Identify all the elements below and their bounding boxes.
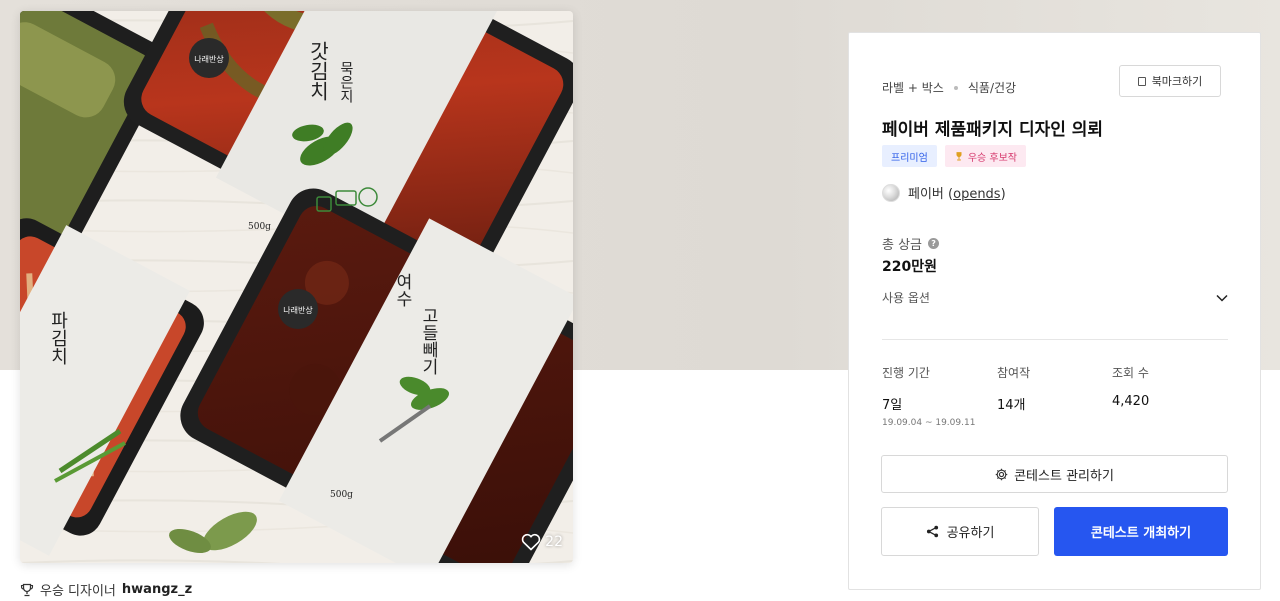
- premium-badge: 프리미엄: [882, 145, 937, 167]
- package-name-bottom-1: 여수: [392, 273, 412, 307]
- help-icon[interactable]: ?: [928, 238, 940, 249]
- host-name: 페이버: [908, 187, 944, 202]
- winner-candidate-badge: 우승 후보작: [944, 145, 1026, 167]
- prize-label-row: 총 상금 ?: [882, 234, 940, 253]
- package-name-top: 갓김치: [306, 41, 330, 101]
- package-sub-top: 묵은지: [338, 61, 354, 103]
- stat-entries: 참여작 14개: [997, 364, 1112, 428]
- package-weight-bottom: 500g: [330, 490, 353, 500]
- like-counter[interactable]: 22: [521, 533, 563, 551]
- share-icon: [926, 525, 938, 538]
- bookmark-button[interactable]: 북마크하기: [1119, 65, 1221, 97]
- stat-views: 조회 수 4,420: [1112, 364, 1227, 428]
- trophy-icon: [956, 152, 962, 161]
- usage-options-toggle[interactable]: 사용 옵션: [882, 289, 1228, 306]
- trophy-icon: [20, 583, 34, 596]
- manage-contest-button[interactable]: 콘테스트 관리하기: [881, 455, 1228, 493]
- winner-designer: 우승 디자이너 hwangz_z: [20, 580, 192, 599]
- stat-label: 참여작: [997, 366, 1031, 380]
- bookmark-label: 북마크하기: [1151, 75, 1203, 88]
- stat-label: 진행 기간: [882, 366, 930, 380]
- chevron-down-icon[interactable]: [1216, 294, 1228, 302]
- stat-value: 14개: [997, 398, 1026, 413]
- avatar: [882, 183, 900, 202]
- bookmark-icon: [1137, 76, 1146, 86]
- divider: [882, 339, 1228, 340]
- prize-label: 총 상금: [882, 238, 923, 253]
- stat-label: 조회 수: [1112, 366, 1149, 380]
- breadcrumb: 라벨 + 박스 식품/건강: [882, 79, 1016, 96]
- brand-label-top: 나래반상: [194, 54, 224, 64]
- share-label: 공유하기: [946, 526, 995, 541]
- product-image[interactable]: 나래반상 갓김치 묵은지 500g 나래반상 여수 고들빼기 500g 파김치: [20, 11, 573, 563]
- breadcrumb-subcategory[interactable]: 식품/건강: [968, 79, 1016, 96]
- share-button[interactable]: 공유하기: [881, 507, 1039, 556]
- gear-icon: [995, 468, 1008, 480]
- package-weight-top: 500g: [248, 222, 271, 232]
- brand-label-bottom: 나래반상: [283, 305, 313, 315]
- host-contest-button[interactable]: 콘테스트 개최하기: [1054, 507, 1228, 556]
- stat-date-range: 19.09.04 ~ 19.09.11: [882, 418, 976, 428]
- winner-label: 우승 디자이너: [40, 584, 116, 599]
- breadcrumb-category[interactable]: 라벨 + 박스: [882, 79, 944, 96]
- heart-icon[interactable]: [521, 533, 541, 551]
- breadcrumb-separator: [953, 85, 958, 90]
- winner-candidate-label: 우승 후보작: [967, 152, 1017, 164]
- contest-title: 페이버 제품패키지 디자인 의뢰: [882, 120, 1104, 140]
- contest-stats: 진행 기간 7일 19.09.04 ~ 19.09.11 참여작 14개 조회 …: [882, 364, 1228, 428]
- package-photo: 나래반상 갓김치 묵은지 500g 나래반상 여수 고들빼기 500g 파김치: [20, 11, 573, 563]
- winner-name[interactable]: hwangz_z: [122, 582, 192, 597]
- package-name-bottom-2: 고들빼기: [418, 307, 438, 375]
- badge-group: 프리미엄 우승 후보작: [882, 145, 1026, 167]
- contest-host[interactable]: 페이버 (opends): [882, 183, 1006, 202]
- manage-contest-label: 콘테스트 관리하기: [1014, 468, 1114, 484]
- package-name-left: 파김치: [48, 311, 69, 365]
- contest-info-panel: 라벨 + 박스 식품/건강 북마크하기 페이버 제품패키지 디자인 의뢰 프리미…: [848, 32, 1261, 590]
- host-handle[interactable]: opends: [953, 187, 1000, 202]
- like-count: 22: [545, 534, 563, 550]
- stat-value: 4,420: [1112, 394, 1150, 409]
- stat-value: 7일: [882, 398, 903, 413]
- usage-options-label: 사용 옵션: [882, 291, 930, 305]
- stat-duration: 진행 기간 7일 19.09.04 ~ 19.09.11: [882, 364, 997, 428]
- prize-value: 220만원: [882, 259, 937, 275]
